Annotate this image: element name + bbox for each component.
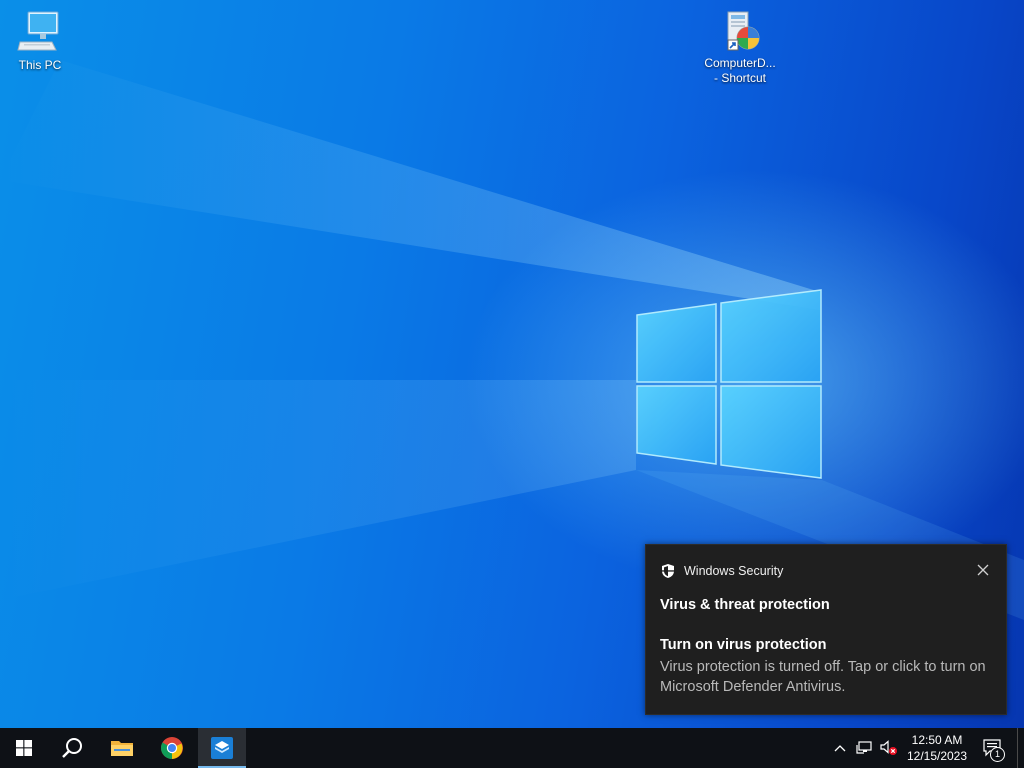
taskbar: 12:50 AM 12/15/2023 1 bbox=[0, 728, 1024, 768]
desktop-icon-computerd-shortcut[interactable]: ComputerD... - Shortcut bbox=[700, 6, 780, 86]
desktop-icon-label-line2: - Shortcut bbox=[713, 71, 767, 85]
clock[interactable]: 12:50 AM 12/15/2023 bbox=[901, 728, 973, 768]
clock-date: 12/15/2023 bbox=[906, 749, 968, 763]
chevron-up-icon bbox=[834, 745, 846, 752]
chrome-button[interactable] bbox=[148, 728, 196, 768]
control-panel-shortcut-icon bbox=[727, 11, 760, 51]
show-hidden-icons-button[interactable] bbox=[829, 728, 851, 768]
show-desktop-button[interactable] bbox=[1017, 728, 1024, 768]
clock-time: 12:50 AM bbox=[911, 733, 963, 747]
notification-app-row: Windows Security bbox=[660, 563, 783, 579]
computer-icon bbox=[17, 11, 59, 51]
close-icon[interactable] bbox=[976, 563, 990, 577]
volume-button[interactable] bbox=[877, 728, 901, 768]
network-button[interactable] bbox=[851, 728, 877, 768]
volume-muted-icon bbox=[880, 740, 897, 755]
windows-security-notification[interactable]: Windows Security Virus & threat protecti… bbox=[645, 544, 1007, 715]
desktop-icon-label: This PC bbox=[18, 58, 62, 72]
folder-icon bbox=[111, 741, 133, 756]
notification-heading: Virus & threat protection bbox=[660, 597, 830, 613]
notification-app-name: Windows Security bbox=[684, 564, 784, 578]
windows-sandbox-button[interactable] bbox=[198, 728, 246, 768]
wallpaper-windows-logo bbox=[636, 289, 822, 479]
action-center-button[interactable]: 1 bbox=[973, 728, 1013, 768]
desktop-icon-label-line1: ComputerD... bbox=[704, 56, 776, 70]
search-button[interactable] bbox=[48, 728, 96, 768]
notification-body: Virus protection is turned off. Tap or c… bbox=[660, 659, 986, 695]
desktop[interactable]: This PC ComputerD... - Shortcut Windows … bbox=[0, 0, 1024, 728]
search-icon bbox=[62, 738, 82, 758]
network-icon bbox=[856, 741, 872, 754]
app-box-icon bbox=[211, 737, 233, 759]
notification-title: Turn on virus protection bbox=[660, 637, 827, 653]
chrome-icon bbox=[161, 737, 183, 759]
file-explorer-button[interactable] bbox=[98, 728, 146, 768]
windows-logo-icon bbox=[16, 740, 32, 756]
shield-icon bbox=[662, 564, 674, 578]
desktop-icon-this-pc[interactable]: This PC bbox=[0, 8, 80, 73]
system-tray: 12:50 AM 12/15/2023 1 bbox=[829, 728, 1024, 768]
start-button[interactable] bbox=[0, 728, 48, 768]
notification-count-badge: 1 bbox=[990, 747, 1005, 762]
